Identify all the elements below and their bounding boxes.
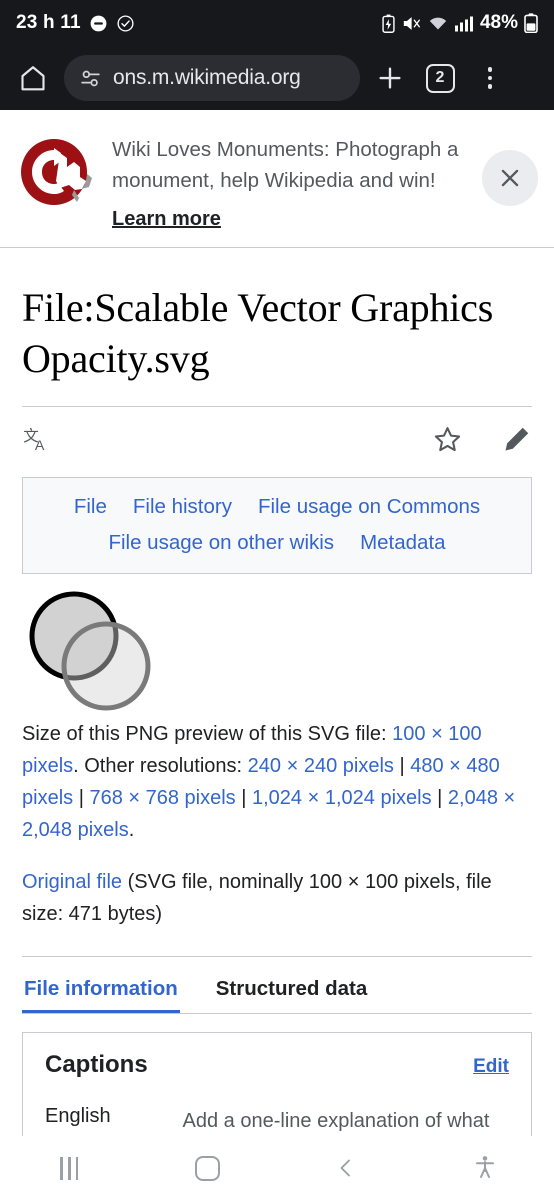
toc-link-file-usage-other-wikis[interactable]: File usage on other wikis [108, 528, 334, 558]
resolution-link-240[interactable]: 240 × 240 pixels [248, 755, 394, 777]
plus-icon [375, 63, 405, 93]
battery-icon [524, 13, 538, 34]
content-divider [22, 956, 532, 957]
recents-button[interactable] [0, 1136, 139, 1200]
close-icon [497, 165, 523, 191]
home-square-icon [195, 1155, 221, 1181]
url-text: ons.m.wikimedia.org [113, 66, 301, 89]
check-circle-icon [116, 14, 135, 33]
file-preview[interactable] [0, 574, 554, 714]
toc-link-file[interactable]: File [74, 492, 107, 522]
web-page: Wiki Loves Monuments: Photograph a monum… [0, 110, 554, 1200]
language-icon[interactable]: 文 A [22, 424, 53, 455]
size-sep-4: | [431, 787, 448, 809]
tab-file-information[interactable]: File information [22, 971, 180, 1013]
tabs-divider [22, 1013, 532, 1014]
page-actions-right [432, 424, 532, 455]
status-time: 23 h 11 [16, 12, 81, 33]
new-tab-button[interactable] [370, 58, 410, 98]
android-nav-bar [0, 1136, 554, 1200]
url-bar[interactable]: ons.m.wikimedia.org [64, 55, 360, 101]
captions-edit-link[interactable]: Edit [473, 1056, 509, 1078]
do-not-disturb-icon [89, 14, 108, 33]
size-line-lead: Size of this PNG preview of this SVG fil… [22, 723, 393, 745]
page-title: File:Scalable Vector Graphics Opacity.sv… [22, 285, 494, 381]
status-bar-right: 48% [381, 12, 538, 34]
site-settings-icon[interactable] [78, 66, 103, 91]
tab-switcher-button[interactable]: 2 [420, 58, 460, 98]
resolution-link-768[interactable]: 768 × 768 pixels [89, 787, 235, 809]
signal-icon [454, 14, 474, 33]
size-sep-2: | [73, 787, 90, 809]
size-line-mid: . Other resolutions: [73, 755, 248, 777]
status-bar: 23 h 11 48% [0, 0, 554, 46]
battery-percent: 48% [479, 12, 518, 33]
original-file-line: Original file (SVG file, nominally 100 ×… [0, 866, 554, 930]
home-button-nav[interactable] [139, 1136, 278, 1200]
toc-link-metadata[interactable]: Metadata [360, 528, 445, 558]
banner-close-button[interactable] [482, 150, 538, 206]
banner-learn-more-link[interactable]: Learn more [112, 208, 221, 231]
phone-screen: 23 h 11 48% ons.m.wikimedia.org 2 Wiki L… [0, 0, 554, 1200]
overflow-menu-icon [487, 67, 493, 89]
back-button[interactable] [277, 1136, 416, 1200]
file-tabs: File information Structured data [0, 971, 554, 1013]
accessibility-icon [473, 1155, 497, 1181]
svg-text:A: A [35, 437, 45, 453]
accessibility-button[interactable] [416, 1136, 554, 1200]
page-actions: 文 A [0, 407, 554, 459]
battery-saver-icon [381, 14, 396, 33]
size-line-trail: . [128, 819, 135, 841]
star-icon[interactable] [432, 424, 463, 455]
banner-body: Wiki Loves Monuments: Photograph a monum… [112, 128, 468, 231]
pencil-icon[interactable] [501, 424, 532, 455]
browser-toolbar: ons.m.wikimedia.org 2 [0, 46, 554, 110]
overflow-menu-button[interactable] [470, 58, 510, 98]
tab-structured-data[interactable]: Structured data [214, 971, 370, 1013]
recents-icon [60, 1156, 79, 1180]
wifi-icon [428, 14, 448, 33]
size-sep-1: | [393, 755, 411, 777]
size-sep-3: | [235, 787, 252, 809]
table-of-contents: File File history File usage on Commons Fil… [22, 477, 532, 574]
resolution-link-1024[interactable]: 1,024 × 1,024 pixels [252, 787, 432, 809]
home-icon [18, 63, 48, 93]
captions-heading: Captions [45, 1051, 148, 1078]
two-overlapping-circles-svg-preview [29, 591, 151, 711]
original-file-link[interactable]: Original file [22, 871, 122, 893]
back-chevron-icon [334, 1156, 358, 1180]
banner-message: Wiki Loves Monuments: Photograph a monum… [112, 138, 459, 192]
tab-count: 2 [425, 63, 455, 93]
captions-header: Captions Edit [45, 1051, 509, 1079]
page-title-wrap: File:Scalable Vector Graphics Opacity.sv… [0, 248, 554, 384]
file-size-line: Size of this PNG preview of this SVG fil… [0, 718, 554, 846]
mute-icon [402, 14, 422, 33]
home-button[interactable] [12, 57, 54, 99]
wiki-loves-monuments-logo [16, 128, 98, 214]
status-bar-left: 23 h 11 [16, 12, 135, 34]
toc-link-file-history[interactable]: File history [133, 492, 232, 522]
campaign-banner: Wiki Loves Monuments: Photograph a monum… [0, 110, 554, 248]
toc-link-file-usage-commons[interactable]: File usage on Commons [258, 492, 480, 522]
